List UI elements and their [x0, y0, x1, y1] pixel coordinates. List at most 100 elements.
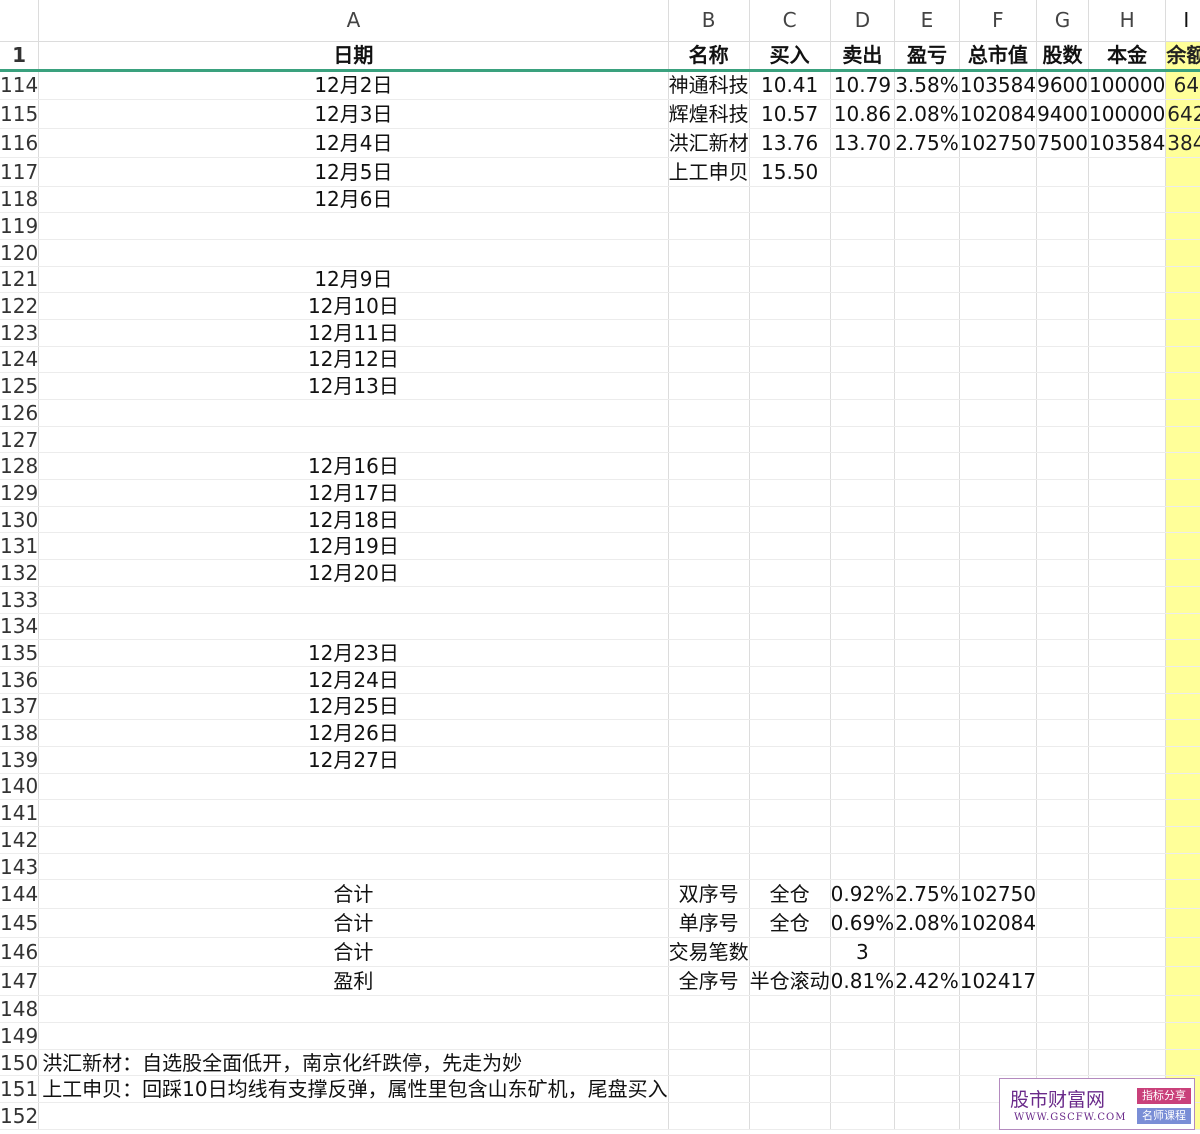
- cell-e[interactable]: [894, 532, 960, 561]
- cell-h[interactable]: [1088, 479, 1167, 507]
- cell-a[interactable]: 12月26日: [38, 719, 669, 747]
- cell-h[interactable]: 100000: [1088, 99, 1167, 129]
- column-header-f[interactable]: F: [959, 0, 1038, 42]
- cell-g[interactable]: [1036, 157, 1089, 187]
- cell-b[interactable]: 单序号: [668, 908, 750, 939]
- cell-e[interactable]: [894, 799, 960, 827]
- cell-a[interactable]: 合计: [38, 937, 669, 968]
- row-number[interactable]: 118: [0, 186, 40, 214]
- cell-c[interactable]: 半仓滚动: [749, 966, 831, 997]
- cell-h[interactable]: [1088, 239, 1167, 267]
- cell-c[interactable]: [749, 266, 831, 294]
- cell-g[interactable]: [1036, 532, 1089, 561]
- cell-d[interactable]: [830, 506, 896, 534]
- cell-f[interactable]: 总市值: [959, 41, 1038, 72]
- cell-g[interactable]: [1036, 826, 1089, 854]
- cell-a[interactable]: 12月3日: [38, 99, 669, 129]
- cell-g[interactable]: [1036, 452, 1089, 481]
- row-number[interactable]: 133: [0, 586, 40, 614]
- cell-f[interactable]: [959, 559, 1038, 587]
- column-header-e[interactable]: E: [894, 0, 960, 42]
- cell-i[interactable]: [1165, 266, 1200, 294]
- cell-a[interactable]: [38, 826, 669, 854]
- cell-d[interactable]: [830, 1049, 896, 1077]
- cell-d[interactable]: [830, 292, 896, 320]
- cell-g[interactable]: [1036, 266, 1089, 294]
- cell-i[interactable]: 384: [1165, 128, 1200, 158]
- cell-a[interactable]: 12月27日: [38, 746, 669, 774]
- cell-e[interactable]: [894, 693, 960, 721]
- cell-d[interactable]: [830, 799, 896, 827]
- cell-a[interactable]: 12月13日: [38, 372, 669, 400]
- cell-h[interactable]: [1088, 937, 1167, 968]
- row-number[interactable]: 134: [0, 613, 40, 641]
- row-number[interactable]: 150: [0, 1049, 40, 1077]
- cell-d[interactable]: [830, 1022, 896, 1050]
- row-number[interactable]: 141: [0, 799, 40, 827]
- cell-b[interactable]: [668, 346, 750, 374]
- cell-a[interactable]: 盈利: [38, 966, 669, 997]
- cell-b[interactable]: [668, 292, 750, 320]
- cell-f[interactable]: [959, 479, 1038, 507]
- cell-b[interactable]: [668, 586, 750, 614]
- cell-f[interactable]: [959, 666, 1038, 694]
- cell-i[interactable]: [1165, 292, 1200, 320]
- cell-a[interactable]: 合计: [38, 879, 669, 910]
- cell-e[interactable]: [894, 853, 960, 881]
- row-number[interactable]: 115: [0, 99, 40, 129]
- cell-a[interactable]: 12月12日: [38, 346, 669, 374]
- row-number[interactable]: 152: [0, 1102, 40, 1130]
- cell-i[interactable]: [1165, 773, 1200, 801]
- cell-h[interactable]: [1088, 693, 1167, 721]
- cell-c[interactable]: [749, 452, 831, 481]
- cell-a[interactable]: [38, 1102, 669, 1130]
- cell-i[interactable]: [1165, 1049, 1200, 1077]
- cell-a[interactable]: [38, 773, 669, 801]
- cell-a[interactable]: 12月23日: [38, 639, 669, 667]
- cell-b[interactable]: [668, 853, 750, 881]
- cell-b[interactable]: [668, 426, 750, 454]
- spreadsheet[interactable]: ABCDEFGHI 1 日期 名称 买入 卖出 盈亏 总市值 股数 本金 余额 114 12月2日 神通…: [0, 0, 1200, 1134]
- cell-d[interactable]: [830, 586, 896, 614]
- cell-b[interactable]: [668, 372, 750, 400]
- cell-e[interactable]: 2.75%: [894, 128, 960, 158]
- cell-i[interactable]: 64: [1165, 70, 1200, 100]
- cell-d[interactable]: [830, 613, 896, 641]
- cell-c[interactable]: [749, 613, 831, 641]
- cell-b[interactable]: [668, 452, 750, 481]
- cell-a[interactable]: 12月10日: [38, 292, 669, 320]
- cell-d[interactable]: [830, 693, 896, 721]
- cell-c[interactable]: [749, 319, 831, 347]
- cell-f[interactable]: 102084: [959, 908, 1038, 939]
- row-number[interactable]: 136: [0, 666, 40, 694]
- cell-b[interactable]: [668, 1022, 750, 1050]
- cell-e[interactable]: [894, 1022, 960, 1050]
- row-number[interactable]: 126: [0, 399, 40, 427]
- cell-a[interactable]: 12月25日: [38, 693, 669, 721]
- cell-f[interactable]: [959, 1022, 1038, 1050]
- cell-e[interactable]: 2.75%: [894, 879, 960, 910]
- cell-g[interactable]: [1036, 773, 1089, 801]
- cell-e[interactable]: [894, 212, 960, 240]
- cell-g[interactable]: [1036, 937, 1089, 968]
- cell-e[interactable]: 2.08%: [894, 908, 960, 939]
- row-number[interactable]: 117: [0, 157, 40, 187]
- cell-e[interactable]: [894, 559, 960, 587]
- column-header-b[interactable]: B: [668, 0, 750, 42]
- cell-e[interactable]: 盈亏: [894, 41, 960, 72]
- cell-e[interactable]: [894, 1075, 960, 1104]
- cell-h[interactable]: 100000: [1088, 70, 1167, 100]
- cell-d[interactable]: [830, 826, 896, 854]
- cell-g[interactable]: [1036, 879, 1089, 910]
- cell-d[interactable]: [830, 1075, 896, 1104]
- cell-i[interactable]: [1165, 853, 1200, 881]
- cell-i[interactable]: [1165, 666, 1200, 694]
- cell-d[interactable]: [830, 212, 896, 240]
- cell-a[interactable]: 12月18日: [38, 506, 669, 534]
- cell-f[interactable]: [959, 937, 1038, 968]
- cell-b[interactable]: [668, 239, 750, 267]
- cell-b[interactable]: [668, 559, 750, 587]
- row-number[interactable]: 121: [0, 266, 40, 294]
- cell-h[interactable]: 本金: [1088, 41, 1167, 72]
- cell-c[interactable]: [749, 559, 831, 587]
